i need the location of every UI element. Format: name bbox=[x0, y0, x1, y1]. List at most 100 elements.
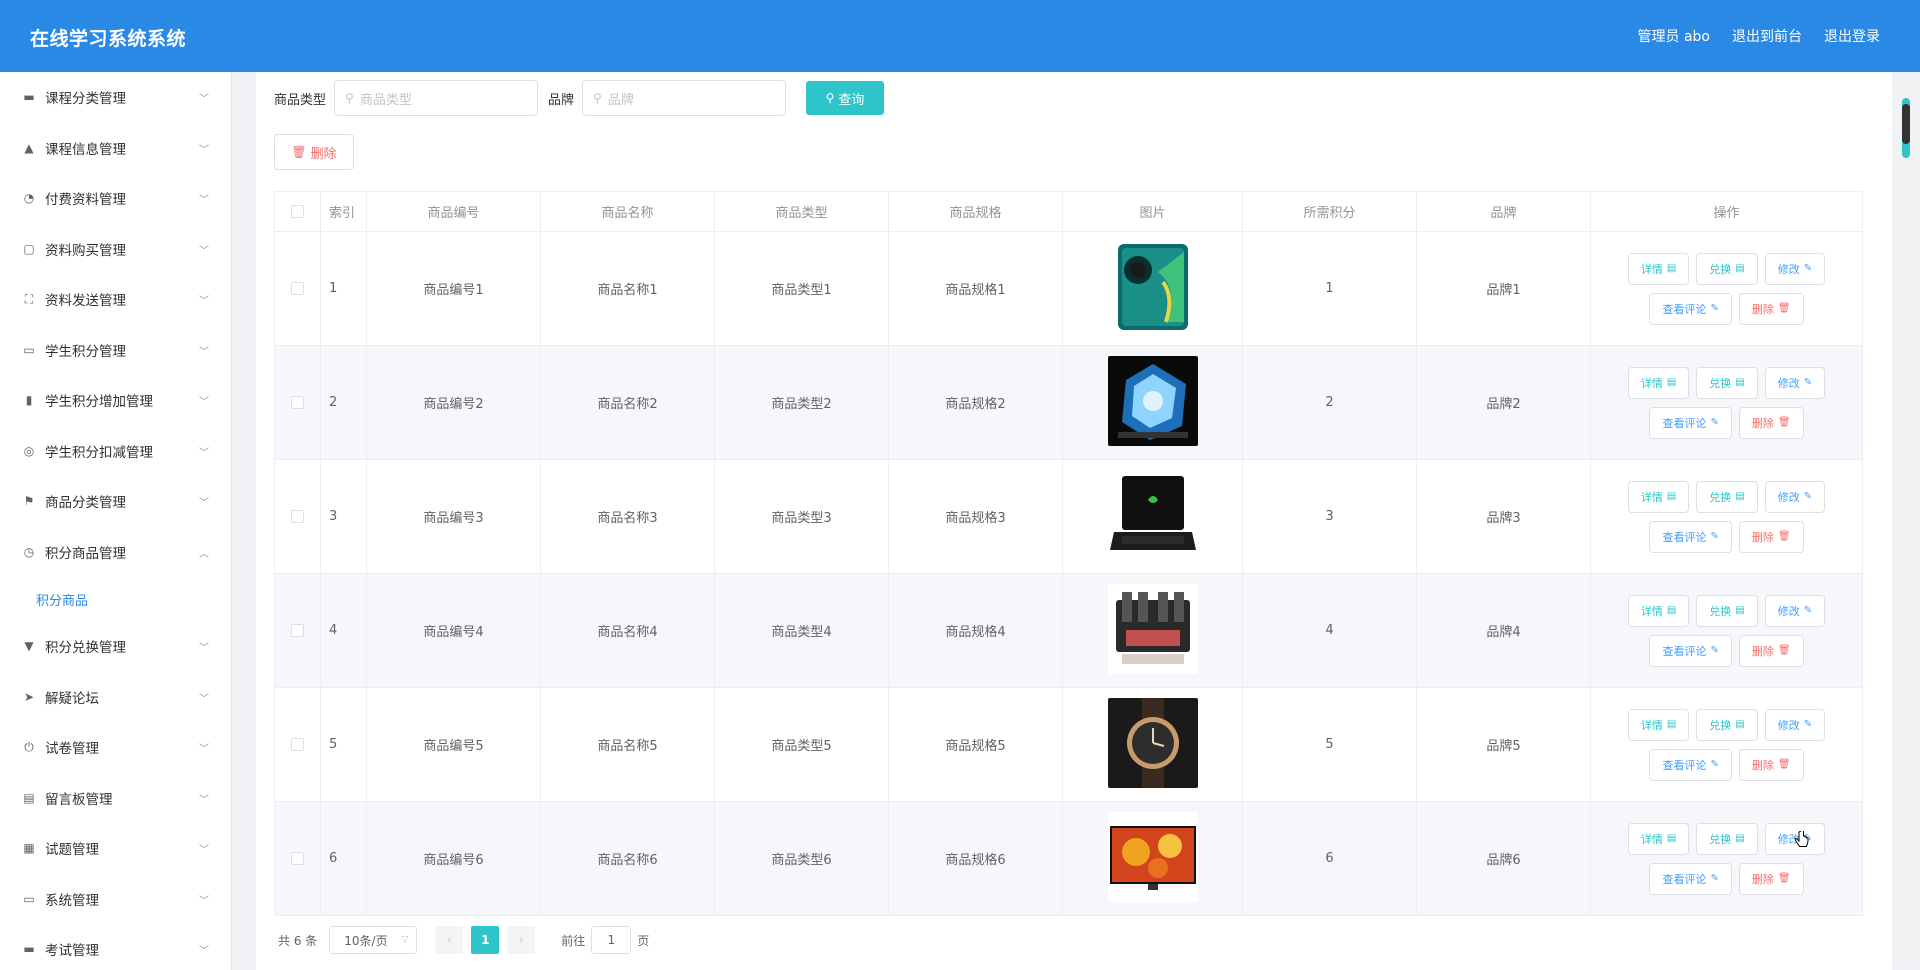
exchange-button[interactable]: 兑换 ▤ bbox=[1696, 822, 1758, 855]
brand-search-input[interactable]: ⚲ 品牌 bbox=[582, 80, 787, 116]
document-icon: ▤ bbox=[1735, 377, 1745, 388]
sidebar-item[interactable]: ▮ 学生积分增加管理 ﹀ bbox=[0, 375, 231, 426]
sidebar-item[interactable]: ◎ 学生积分扣减管理 ﹀ bbox=[0, 426, 231, 477]
sidebar-item[interactable]: ◷ 积分商品管理 ︿ bbox=[0, 527, 231, 578]
detail-button[interactable]: 详情 ▤ bbox=[1627, 480, 1690, 513]
view-comments-button[interactable]: 查看评论 ✎ bbox=[1649, 406, 1732, 439]
edit-button[interactable]: 修改✎ bbox=[1764, 252, 1826, 285]
row-checkbox-cell[interactable] bbox=[274, 345, 321, 460]
row-checkbox[interactable] bbox=[291, 852, 304, 865]
delete-row-button[interactable]: 删除 🗑 bbox=[1738, 520, 1804, 553]
exchange-label: 兑换 bbox=[1709, 832, 1732, 846]
cell-spec: 商品规格1 bbox=[888, 231, 1063, 346]
exchange-button[interactable]: 兑换 ▤ bbox=[1696, 366, 1758, 399]
page-number-button[interactable]: 1 bbox=[471, 926, 500, 954]
row-checkbox[interactable] bbox=[291, 738, 304, 751]
delete-row-button[interactable]: 删除 🗑 bbox=[1738, 634, 1804, 667]
delete-row-button[interactable]: 删除 🗑 bbox=[1738, 292, 1804, 325]
sidebar: ▬ 课程分类管理 ﹀ ▲ 课程信息管理 ﹀ ◔ 付费资料管理 ﹀ ▢ 资料购买管理 ﹀ ⛶ 资料发送管理 ﹀… bbox=[0, 72, 232, 970]
view-comments-button[interactable]: 查看评论 ✎ bbox=[1649, 292, 1732, 325]
query-button[interactable]: ⚲ 查询 bbox=[806, 81, 885, 115]
delete-button-label: 删除 bbox=[310, 146, 337, 162]
detail-label: 详情 bbox=[1640, 490, 1663, 504]
row-checkbox-cell[interactable] bbox=[274, 573, 321, 688]
edit-button[interactable]: 修改✎ bbox=[1764, 480, 1826, 513]
table-row: 5 商品编号5 商品名称5 商品类型5 商品规格5 5 品牌5 详情 ▤ 兑换 ▤ 修改 ✎ 查看评论 ✎ 删… bbox=[274, 687, 1863, 802]
view-comments-button[interactable]: 查看评论 ✎ bbox=[1649, 862, 1732, 895]
row-checkbox[interactable] bbox=[291, 510, 304, 523]
row-checkbox[interactable] bbox=[291, 282, 304, 295]
sidebar-item[interactable]: ▭ 学生积分管理 ﹀ bbox=[0, 325, 231, 376]
exchange-button[interactable]: 兑换 ▤ bbox=[1696, 594, 1758, 627]
detail-button[interactable]: 详情 ▤ bbox=[1627, 594, 1690, 627]
row-checkbox-cell[interactable] bbox=[274, 687, 321, 802]
cell-image bbox=[1062, 801, 1243, 916]
vertical-scrollbar[interactable] bbox=[1900, 80, 1912, 968]
delete-row-button[interactable]: 删除 🗑 bbox=[1738, 862, 1804, 895]
exchange-button[interactable]: 兑换 ▤ bbox=[1696, 252, 1758, 285]
next-page-button[interactable]: › bbox=[507, 926, 536, 954]
exchange-button[interactable]: 兑换 ▤ bbox=[1696, 480, 1758, 513]
sidebar-item[interactable]: ▢ 资料购买管理 ﹀ bbox=[0, 224, 231, 275]
sidebar-item[interactable]: ▼ 积分兑换管理 ﹀ bbox=[0, 621, 231, 672]
sidebar-item[interactable]: ◔ 付费资料管理 ﹀ bbox=[0, 173, 231, 224]
exchange-button[interactable]: 兑换 ▤ bbox=[1696, 708, 1758, 741]
delete-label: 删除 bbox=[1751, 758, 1774, 772]
view-comments-button[interactable]: 查看评论 ✎ bbox=[1649, 634, 1732, 667]
cell-type: 商品类型6 bbox=[714, 801, 889, 916]
cell-index: 1 bbox=[320, 231, 367, 346]
pencil-icon: ✎ bbox=[1803, 719, 1813, 730]
row-checkbox-cell[interactable] bbox=[274, 801, 321, 916]
view-comments-button[interactable]: 查看评论 ✎ bbox=[1649, 520, 1732, 553]
detail-button[interactable]: 详情 ▤ bbox=[1627, 366, 1690, 399]
row-checkbox[interactable] bbox=[291, 624, 304, 637]
sidebar-item[interactable]: ⏻ 试卷管理 ﹀ bbox=[0, 722, 231, 773]
select-all-checkbox[interactable] bbox=[291, 205, 304, 218]
sidebar-item[interactable]: ▬ 课程分类管理 ﹀ bbox=[0, 72, 231, 123]
page-size-select[interactable]: 10条/页 ▽ bbox=[329, 926, 418, 954]
detail-button[interactable]: 详情 ▤ bbox=[1627, 822, 1690, 855]
row-checkbox[interactable] bbox=[291, 396, 304, 409]
sidebar-item-label: 积分商品管理 bbox=[45, 545, 126, 562]
batch-delete-button[interactable]: 🗑 删除 bbox=[274, 134, 354, 170]
cell-actions: 详情▤兑换▤修改✎查看评论✎删除🗑 bbox=[1590, 801, 1863, 916]
exchange-label: 兑换 bbox=[1709, 604, 1732, 618]
exit-to-front-link[interactable]: 退出到前台 bbox=[1732, 26, 1802, 46]
edit-button[interactable]: 修改✎ bbox=[1764, 366, 1826, 399]
cell-brand: 品牌6 bbox=[1416, 801, 1591, 916]
delete-row-button[interactable]: 删除 🗑 bbox=[1738, 748, 1804, 781]
cell-image bbox=[1062, 345, 1243, 460]
type-search-input[interactable]: ⚲ 商品类型 bbox=[334, 80, 539, 116]
search-bar: 商品类型 ⚲ 商品类型 品牌 ⚲ 品牌 ⚲ 查询 bbox=[274, 80, 885, 116]
sidebar-item[interactable]: ▤ 留言板管理 ﹀ bbox=[0, 773, 231, 824]
sidebar-item[interactable]: ▲ 课程信息管理 ﹀ bbox=[0, 123, 231, 174]
select-all-checkbox-cell[interactable] bbox=[274, 191, 321, 232]
prev-page-button[interactable]: ‹ bbox=[435, 926, 464, 954]
detail-button[interactable]: 详情 ▤ bbox=[1627, 252, 1690, 285]
sidebar-item[interactable]: ▭ 系统管理 ﹀ bbox=[0, 874, 231, 925]
sidebar-item[interactable]: ▬ 考试管理 ﹀ bbox=[0, 924, 231, 970]
goto-page-input[interactable]: 1 bbox=[591, 926, 632, 954]
sidebar-item[interactable]: ⛶ 资料发送管理 ﹀ bbox=[0, 274, 231, 325]
chevron-down-icon: ﹀ bbox=[199, 94, 209, 105]
goto-label: 前往 bbox=[561, 933, 586, 948]
pencil-icon: ✎ bbox=[1710, 873, 1719, 884]
row-checkbox-cell[interactable] bbox=[274, 231, 321, 346]
sidebar-item[interactable]: ⚑ 商品分类管理 ﹀ bbox=[0, 476, 231, 527]
trash-icon: 🗑 bbox=[1777, 531, 1791, 542]
cell-code: 商品编号4 bbox=[366, 573, 541, 688]
detail-button[interactable]: 详情 ▤ bbox=[1627, 708, 1690, 741]
sidebar-subitem-points-goods[interactable]: 积分商品 bbox=[0, 577, 231, 621]
delete-row-button[interactable]: 删除 🗑 bbox=[1738, 406, 1804, 439]
cell-name: 商品名称2 bbox=[540, 345, 715, 460]
comments-label: 查看评论 bbox=[1662, 302, 1707, 316]
logout-link[interactable]: 退出登录 bbox=[1824, 26, 1880, 46]
row-checkbox-cell[interactable] bbox=[274, 459, 321, 574]
sidebar-item[interactable]: ▦ 试题管理 ﹀ bbox=[0, 823, 231, 874]
edit-button[interactable]: 修改✎ bbox=[1764, 708, 1826, 741]
edit-button[interactable]: 修改✎ bbox=[1764, 594, 1826, 627]
sidebar-item[interactable]: ➤ 解疑论坛 ﹀ bbox=[0, 672, 231, 723]
brand-placeholder: 品牌 bbox=[607, 92, 634, 108]
edit-label: 修改 bbox=[1777, 718, 1800, 732]
view-comments-button[interactable]: 查看评论 ✎ bbox=[1649, 748, 1732, 781]
